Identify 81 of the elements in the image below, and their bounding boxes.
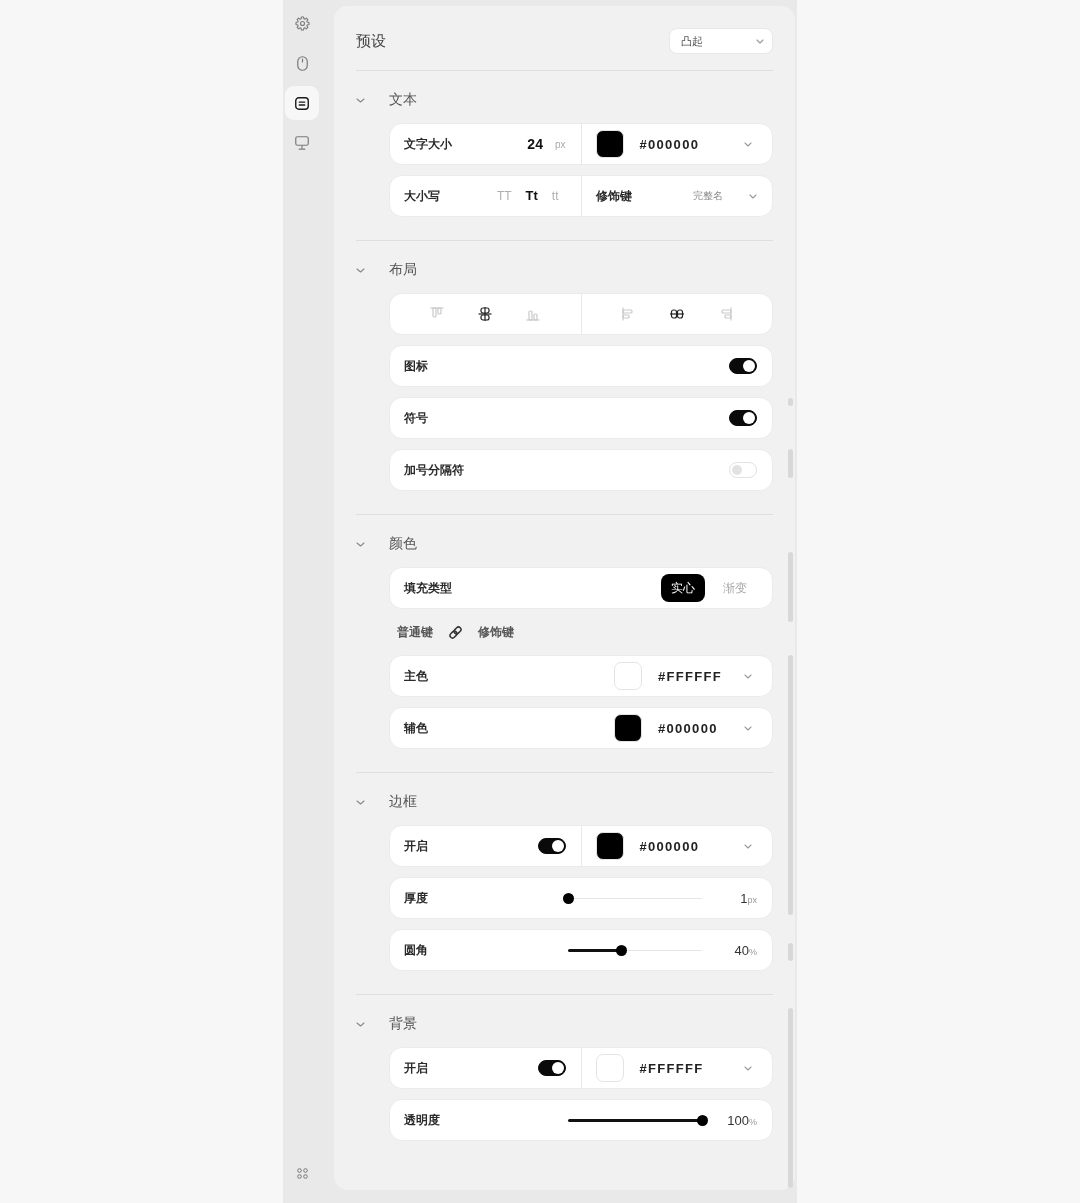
chevron-down-icon[interactable]	[356, 1021, 365, 1027]
setting-label: 透明度	[404, 1111, 441, 1129]
color-swatch[interactable]	[614, 714, 642, 742]
align-bottom-icon[interactable]	[526, 307, 541, 321]
section-title: 边框	[389, 793, 417, 811]
toggle-switch[interactable]	[537, 838, 566, 854]
setting-label: 加号分隔符	[404, 461, 464, 479]
slider-thumb[interactable]	[696, 1114, 708, 1126]
monitor-icon	[295, 136, 309, 150]
caret-icon[interactable]	[744, 673, 752, 679]
align-left-icon[interactable]	[621, 307, 636, 321]
color-swatch[interactable]	[614, 662, 642, 690]
preset-dropdown[interactable]: 凸起	[669, 28, 773, 54]
keycap-icon	[295, 96, 309, 110]
setting-label: 开启	[404, 837, 428, 855]
slider-value: 40	[734, 943, 749, 958]
align-top-icon[interactable]	[430, 307, 445, 321]
fill-type-option[interactable]: 实心	[661, 574, 705, 602]
settings-icon	[294, 15, 310, 31]
section-title: 背景	[389, 1015, 417, 1033]
setting-label: 厚度	[404, 889, 429, 907]
key-label: 修饰键	[478, 623, 514, 641]
section-title: 文本	[389, 91, 417, 109]
case-option[interactable]: Tt	[518, 188, 545, 204]
caret-icon[interactable]	[756, 38, 764, 44]
link-icon[interactable]	[448, 624, 463, 640]
setting-label: 开启	[404, 1059, 428, 1077]
unit-label: %	[749, 947, 757, 957]
chevron-down-icon[interactable]	[356, 97, 365, 103]
mouse-icon	[296, 55, 308, 71]
chevron-down-icon[interactable]	[356, 541, 365, 547]
setting-label: 文字大小	[404, 135, 452, 153]
color-value: #000000	[639, 136, 701, 152]
scrollbar-thumb[interactable]	[788, 655, 793, 915]
scrollbar-thumb[interactable]	[788, 449, 793, 478]
slider-value: 1	[740, 891, 748, 906]
scrollbar-thumb[interactable]	[788, 1008, 793, 1188]
slider-thumb[interactable]	[616, 944, 628, 956]
slider-value: 100	[727, 1113, 749, 1128]
toggle-switch[interactable]	[537, 1060, 566, 1076]
section-title: 颜色	[389, 535, 417, 553]
setting-label: 修饰键	[595, 187, 632, 205]
color-value: #FFFFFF	[658, 668, 723, 684]
unit-label: px	[554, 138, 566, 150]
setting-label: 图标	[404, 357, 428, 375]
color-value: #FFFFFF	[639, 1060, 705, 1076]
scrollbar-thumb[interactable]	[788, 552, 793, 622]
section-title: 布局	[389, 261, 417, 279]
scrollbar-thumb[interactable]	[788, 398, 793, 406]
toggle-switch[interactable]	[729, 410, 757, 426]
color-swatch[interactable]	[595, 130, 624, 158]
caret-icon[interactable]	[744, 725, 752, 731]
scrollbar-thumb[interactable]	[788, 943, 793, 961]
setting-label: 填充类型	[404, 579, 452, 597]
setting-label: 圆角	[404, 941, 429, 959]
setting-label: 辅色	[404, 719, 428, 737]
chevron-down-icon[interactable]	[356, 799, 365, 805]
color-value: #000000	[639, 838, 701, 854]
number-value[interactable]: 24	[527, 136, 543, 152]
setting-label: 大小写	[404, 187, 440, 205]
color-value: #000000	[658, 720, 719, 736]
side-blocks-icon[interactable]	[669, 307, 684, 321]
unit-label: %	[749, 1117, 757, 1127]
unit-label: px	[747, 895, 757, 905]
setting-label: 主色	[404, 667, 428, 685]
stacked-blocks-icon[interactable]	[478, 307, 493, 321]
caret-icon[interactable]	[744, 843, 752, 849]
chevron-down-icon[interactable]	[356, 267, 365, 273]
modifier-dropdown[interactable]: 完整名	[693, 189, 757, 203]
color-swatch[interactable]	[595, 832, 624, 860]
color-swatch[interactable]	[595, 1054, 624, 1082]
preset-label: 预设	[356, 31, 386, 51]
caret-icon[interactable]	[749, 193, 757, 199]
setting-label: 符号	[404, 409, 428, 427]
toggle-switch[interactable]	[729, 358, 757, 374]
slider-thumb[interactable]	[562, 892, 574, 904]
caret-icon[interactable]	[744, 141, 752, 147]
sidebar-item[interactable]	[285, 86, 319, 120]
key-label: 普通键	[397, 623, 433, 641]
four-dots-icon[interactable]	[296, 1168, 308, 1179]
caret-icon[interactable]	[744, 1065, 752, 1071]
